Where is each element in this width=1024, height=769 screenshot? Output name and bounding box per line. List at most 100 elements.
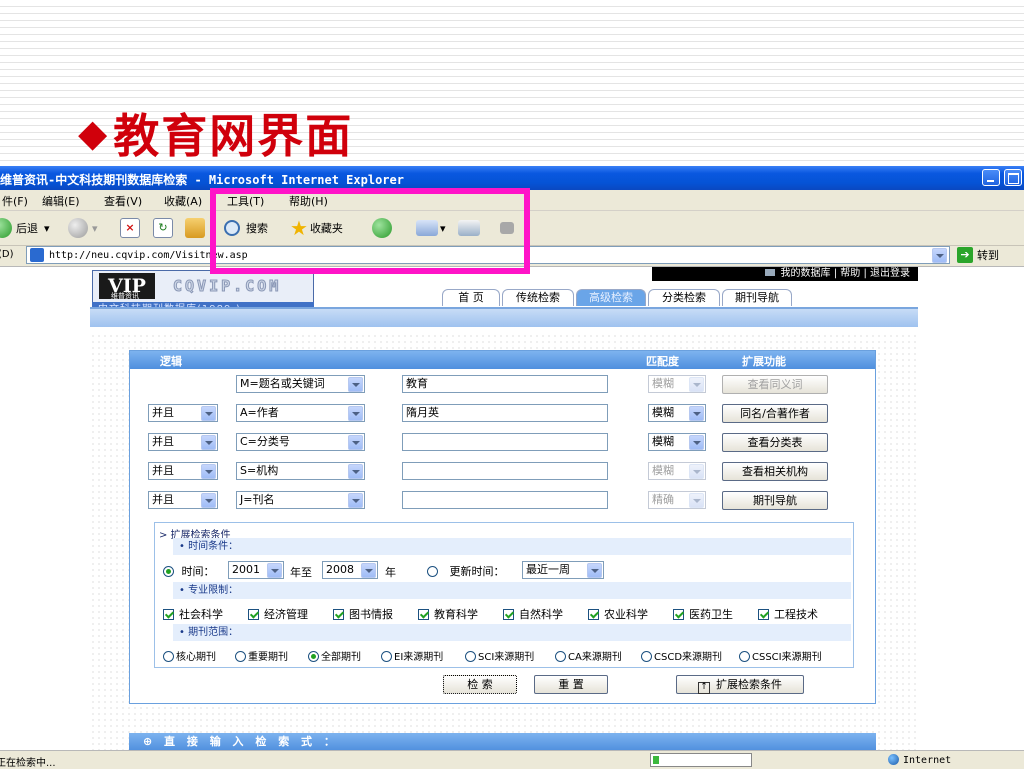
field-select[interactable]: S=机构 [236,462,365,480]
field-select[interactable]: J=刊名 [236,491,365,509]
field-select-value: C=分类号 [240,435,290,448]
range-radio[interactable] [163,651,174,662]
range-item[interactable]: 核心期刊 [163,648,216,663]
field-select[interactable]: C=分类号 [236,433,365,451]
logic-select[interactable]: 并且 [148,462,218,480]
range-item[interactable]: CA来源期刊 [555,648,622,663]
subject-checkbox[interactable] [588,609,599,620]
subject-item[interactable]: 图书情报 [333,606,393,622]
subject-item[interactable]: 农业科学 [588,606,648,622]
match-select[interactable]: 模糊 [648,462,706,480]
address-dropdown-icon[interactable] [932,248,947,263]
range-item[interactable]: CSSCI来源期刊 [739,648,822,663]
classification-input[interactable] [402,433,608,451]
search-submit-button[interactable]: 检 索 [443,675,517,694]
toggle-extended-button[interactable]: ↑ 扩展检索条件 [676,675,804,694]
category-table-button[interactable]: 查看分类表 [722,433,828,452]
update-radio[interactable] [427,566,438,577]
back-button[interactable]: 后退 ▾ [0,216,50,240]
journal-nav-button[interactable]: 期刊导航 [722,491,828,510]
subject-checkbox[interactable] [163,609,174,620]
subject-checkbox[interactable] [333,609,344,620]
range-radio[interactable] [381,651,392,662]
range-item[interactable]: 重要期刊 [235,648,288,663]
logic-select[interactable]: 并且 [148,433,218,451]
address-label: (D) [0,249,14,260]
minimize-button[interactable] [982,169,1000,186]
range-header: • 期刊范围： [173,624,851,641]
page-content: VIP 维普资讯 CQVIP.COM 中文科技期刊数据库(1989-) 我的数据… [0,266,1024,751]
chevron-down-icon [689,493,704,508]
forward-button[interactable]: ▾ [68,216,98,240]
subject-item[interactable]: 工程技术 [758,606,818,622]
year-from-select[interactable]: 2001 [228,561,284,579]
journal-name-input[interactable] [402,491,608,509]
menu-favorites[interactable]: 收藏(A) [164,193,202,209]
range-radio[interactable] [555,651,566,662]
match-select[interactable]: 模糊 [648,404,706,422]
header-match: 匹配度 [646,355,679,368]
stop-button[interactable]: × [120,216,140,240]
range-item[interactable]: CSCD来源期刊 [641,648,722,663]
search-row: 并且 A=作者 隋月英 模糊 同名/合著作者 [130,404,875,426]
maximize-button[interactable] [1004,169,1022,186]
search-form-panel: 逻辑 匹配度 扩展功能 M=题名或关键词 教育 模糊 查看同义词 并且 A=作者… [129,350,876,704]
chevron-down-icon: ▾ [92,221,98,235]
synonym-button[interactable]: 查看同义词 [722,375,828,394]
chevron-down-icon [689,464,704,479]
reset-button[interactable]: 重 置 [534,675,608,694]
logic-select[interactable]: 并且 [148,491,218,509]
subject-checkbox[interactable] [248,609,259,620]
go-button[interactable]: ➔ 转到 [957,247,999,263]
subject-label: 社会科学 [179,608,223,621]
range-label: CSCD来源期刊 [654,652,723,663]
year-to-select[interactable]: 2008 [322,561,378,579]
range-radio[interactable] [308,651,319,662]
menu-edit[interactable]: 编辑(E) [42,193,80,209]
time-radio[interactable] [163,566,174,577]
subject-checkbox[interactable] [503,609,514,620]
tab-home[interactable]: 首 页 [442,289,500,306]
tab-advanced[interactable]: 高级检索 [576,289,646,306]
chevron-down-icon [267,563,282,578]
subject-label: 图书情报 [349,608,393,621]
match-select[interactable]: 模糊 [648,433,706,451]
range-item[interactable]: 全部期刊 [308,648,361,663]
home-button[interactable] [185,216,205,240]
top-links-bar[interactable]: 我的数据库 | 帮助 | 退出登录 [652,267,918,281]
subject-item[interactable]: 医药卫生 [673,606,733,622]
range-item[interactable]: EI来源期刊 [381,648,443,663]
range-radio[interactable] [641,651,652,662]
institution-input[interactable] [402,462,608,480]
related-institution-button[interactable]: 查看相关机构 [722,462,828,481]
field-select-value: M=题名或关键词 [240,377,325,390]
range-radio[interactable] [465,651,476,662]
subject-checkbox[interactable] [418,609,429,620]
field-select[interactable]: M=题名或关键词 [236,375,365,393]
range-item[interactable]: SCI来源期刊 [465,648,534,663]
range-radio[interactable] [739,651,750,662]
subject-checkbox[interactable] [673,609,684,620]
refresh-button[interactable]: ↻ [153,216,173,240]
tab-category[interactable]: 分类检索 [648,289,720,306]
keyword-input[interactable]: 教育 [402,375,608,393]
menu-file[interactable]: 件(F) [2,193,28,209]
subject-item[interactable]: 经济管理 [248,606,308,622]
go-label: 转到 [977,249,999,262]
range-radio[interactable] [235,651,246,662]
field-select[interactable]: A=作者 [236,404,365,422]
subject-item[interactable]: 教育科学 [418,606,478,622]
author-input[interactable]: 隋月英 [402,404,608,422]
match-select[interactable]: 模糊 [648,375,706,393]
match-select-value: 模糊 [652,406,674,419]
match-select[interactable]: 精确 [648,491,706,509]
coauthor-button[interactable]: 同名/合著作者 [722,404,828,423]
subject-item[interactable]: 社会科学 [163,606,223,622]
subject-checkbox[interactable] [758,609,769,620]
subject-item[interactable]: 自然科学 [503,606,563,622]
update-select[interactable]: 最近一周 [522,561,604,579]
menu-view[interactable]: 查看(V) [104,193,142,209]
tab-journal-nav[interactable]: 期刊导航 [722,289,792,306]
logic-select[interactable]: 并且 [148,404,218,422]
tab-traditional[interactable]: 传统检索 [502,289,574,306]
